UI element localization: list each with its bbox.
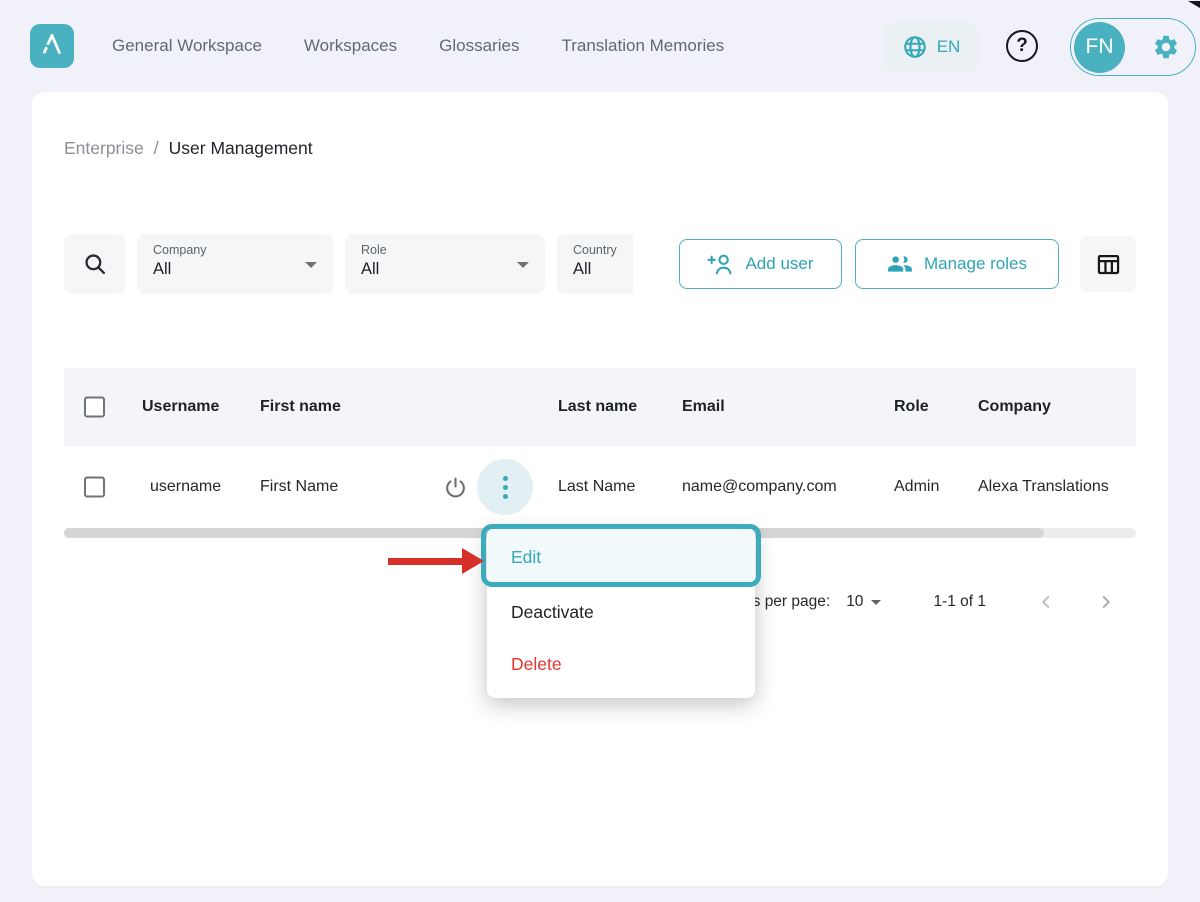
cell-email: name@company.com — [682, 478, 837, 496]
cell-username: username — [150, 478, 221, 496]
app-logo[interactable] — [30, 24, 74, 68]
table-row: username First Name Last Name name@compa… — [64, 446, 1136, 528]
chevron-down-icon — [871, 600, 881, 605]
company-filter-select[interactable]: Company All — [137, 234, 333, 294]
top-nav: General Workspace Workspaces Glossaries … — [0, 0, 1200, 92]
row-actions-kebab-button[interactable] — [477, 459, 533, 515]
column-header-company[interactable]: Company — [978, 398, 1051, 416]
country-filter-select[interactable]: Country All — [557, 234, 633, 294]
country-filter-value: All — [573, 260, 619, 279]
language-label: EN — [937, 37, 961, 57]
company-filter-value: All — [153, 260, 319, 279]
chevron-down-icon — [305, 262, 317, 268]
breadcrumb-enterprise[interactable]: Enterprise — [64, 138, 144, 159]
avatar[interactable]: FN — [1074, 22, 1125, 73]
add-user-label: Add user — [745, 254, 813, 274]
page-title: User Management — [169, 138, 313, 159]
filter-bar: Company All Role All Country All — [64, 234, 1136, 294]
profile-menu[interactable]: FN — [1070, 18, 1196, 76]
person-add-icon — [707, 251, 734, 278]
role-filter-value: All — [361, 260, 531, 279]
search-icon — [82, 251, 108, 277]
cell-first-name: First Name — [260, 478, 338, 496]
language-selector[interactable]: EN — [884, 22, 978, 72]
chevron-left-icon — [1035, 591, 1057, 613]
rows-per-page-value: 10 — [846, 593, 863, 611]
column-header-username[interactable]: Username — [142, 398, 219, 416]
chevron-right-icon — [1095, 591, 1117, 613]
company-filter-label: Company — [153, 243, 319, 257]
table-header-row: Username First name Last name Email Role… — [64, 368, 1136, 446]
country-filter-label: Country — [573, 243, 619, 257]
main-nav: General Workspace Workspaces Glossaries … — [112, 0, 724, 92]
breadcrumb-separator: / — [154, 138, 159, 159]
nav-item-workspaces[interactable]: Workspaces — [304, 36, 397, 56]
settings-gear-icon[interactable] — [1152, 33, 1180, 61]
column-header-first-name[interactable]: First name — [260, 398, 341, 416]
role-filter-select[interactable]: Role All — [345, 234, 545, 294]
pagination-range: 1-1 of 1 — [933, 593, 986, 611]
cell-role: Admin — [894, 478, 939, 496]
column-header-email[interactable]: Email — [682, 398, 725, 416]
page: General Workspace Workspaces Glossaries … — [0, 0, 1200, 902]
chevron-down-icon — [517, 262, 529, 268]
deactivate-power-button[interactable] — [440, 472, 470, 502]
power-icon — [443, 475, 468, 500]
cell-last-name: Last Name — [558, 478, 635, 496]
people-icon — [887, 251, 913, 277]
add-user-button[interactable]: Add user — [679, 239, 842, 289]
question-mark-icon: ? — [1016, 35, 1028, 57]
select-all-checkbox[interactable] — [84, 397, 105, 418]
columns-icon — [1095, 251, 1122, 278]
column-header-role[interactable]: Role — [894, 398, 929, 416]
search-button[interactable] — [64, 234, 125, 294]
cell-company: Alexa Translations — [978, 478, 1109, 496]
column-settings-button[interactable] — [1080, 236, 1136, 292]
content-card: Enterprise / User Management Company All — [32, 92, 1168, 886]
previous-page-button[interactable] — [1034, 590, 1058, 614]
column-header-last-name[interactable]: Last name — [558, 398, 637, 416]
nav-item-glossaries[interactable]: Glossaries — [439, 36, 519, 56]
nav-item-translation-memories[interactable]: Translation Memories — [561, 36, 724, 56]
manage-roles-label: Manage roles — [924, 254, 1027, 274]
menu-item-edit[interactable]: Edit — [487, 528, 755, 586]
cursor-artifact — [1186, 0, 1200, 18]
help-button[interactable]: ? — [1006, 30, 1038, 62]
menu-item-delete[interactable]: Delete — [487, 638, 755, 690]
avatar-initials: FN — [1086, 35, 1114, 59]
globe-icon — [902, 34, 928, 60]
row-actions-context-menu: Edit Deactivate Delete — [487, 528, 755, 698]
nav-item-general-workspace[interactable]: General Workspace — [112, 36, 262, 56]
kebab-icon — [503, 476, 508, 481]
breadcrumb: Enterprise / User Management — [64, 138, 313, 159]
rows-per-page-select[interactable]: 10 — [846, 593, 881, 611]
lambda-logo-icon — [35, 27, 69, 66]
manage-roles-button[interactable]: Manage roles — [855, 239, 1059, 289]
role-filter-label: Role — [361, 243, 531, 257]
menu-item-deactivate[interactable]: Deactivate — [487, 586, 755, 638]
next-page-button[interactable] — [1094, 590, 1118, 614]
row-checkbox[interactable] — [84, 477, 105, 498]
